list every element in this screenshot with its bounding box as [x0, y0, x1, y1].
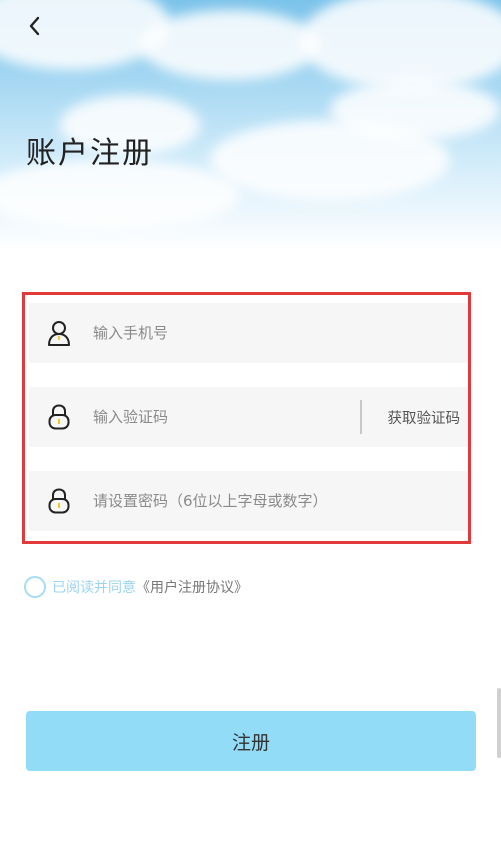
phone-input[interactable]	[89, 303, 468, 363]
scrollbar[interactable]	[497, 688, 501, 758]
code-divider	[359, 400, 362, 434]
agreement-text: 已阅读并同意	[52, 580, 136, 596]
get-code-button[interactable]: 获取验证码	[388, 407, 469, 428]
sky-background	[0, 0, 501, 250]
phone-row	[29, 303, 468, 363]
lock-icon	[29, 488, 89, 514]
register-button[interactable]: 注册	[26, 711, 476, 771]
registration-form: 获取验证码	[22, 292, 471, 544]
password-input[interactable]	[89, 471, 468, 531]
page-title: 账户注册	[26, 136, 154, 171]
user-icon	[29, 320, 89, 346]
lock-icon	[29, 404, 89, 430]
agreement-radio[interactable]	[24, 576, 46, 598]
back-button[interactable]	[22, 12, 46, 40]
agreement-link[interactable]: 《用户注册协议》	[136, 577, 248, 597]
code-row: 获取验证码	[29, 387, 468, 447]
agreement-row: 已阅读并同意 《用户注册协议》	[24, 576, 248, 598]
chevron-left-icon	[29, 16, 40, 36]
verification-code-input[interactable]	[89, 387, 360, 447]
password-row	[29, 471, 468, 531]
